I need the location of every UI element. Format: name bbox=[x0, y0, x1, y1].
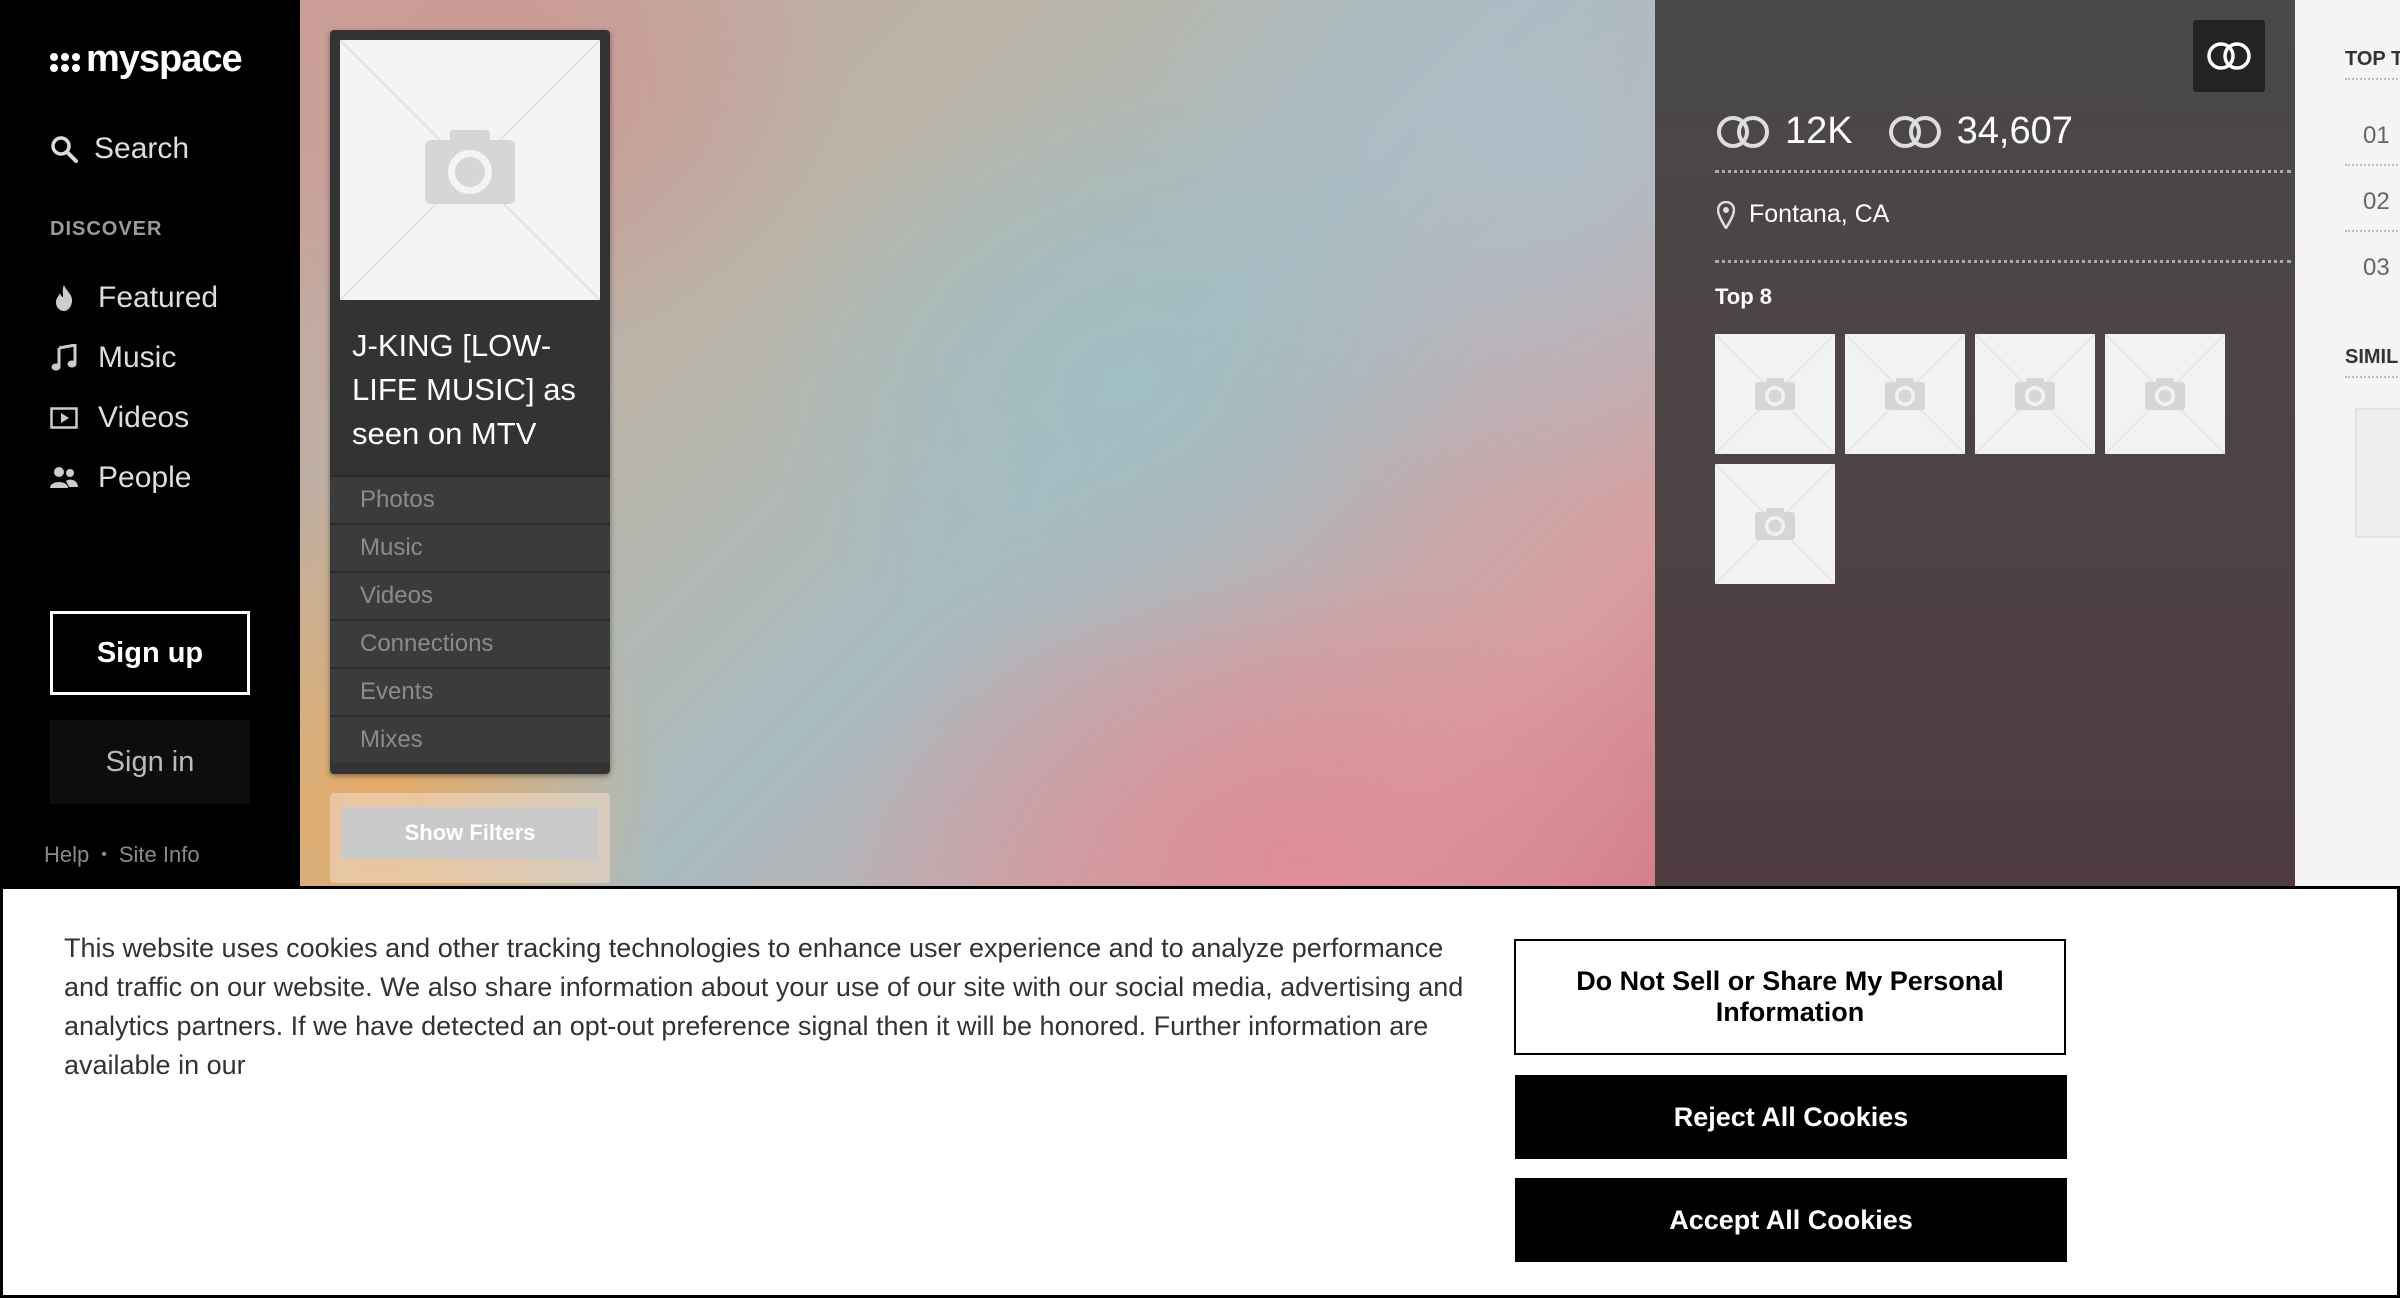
camera-placeholder-icon bbox=[1715, 334, 1835, 454]
show-filters-button[interactable]: Show Filters bbox=[342, 807, 598, 859]
sidebar-item-people[interactable]: People bbox=[50, 448, 218, 508]
sidebar-item-featured[interactable]: Featured bbox=[50, 268, 218, 328]
top-tracks-heading: TOP T bbox=[2345, 48, 2400, 70]
logo-text: myspace bbox=[86, 38, 243, 80]
camera-placeholder-icon bbox=[2105, 334, 2225, 454]
sidebar-item-label: Videos bbox=[98, 401, 190, 434]
sidebar-item-label: Music bbox=[98, 341, 177, 374]
people-icon bbox=[50, 464, 78, 492]
connections-in-icon bbox=[1717, 115, 1769, 148]
sidebar-item-label: Featured bbox=[98, 281, 219, 314]
sign-up-button[interactable]: Sign up bbox=[50, 611, 250, 695]
search-nav-item[interactable]: Search bbox=[50, 132, 189, 166]
track-number[interactable]: 03 bbox=[2363, 254, 2390, 282]
right-column: TOP T 01 02 03 SIMIL bbox=[2295, 0, 2400, 886]
profile-menu-events[interactable]: Events bbox=[330, 667, 610, 715]
profile-name: J-KING [LOW-LIFE MUSIC] as seen on MTV bbox=[352, 328, 576, 451]
divider bbox=[2345, 78, 2400, 80]
connections-out-icon bbox=[1888, 115, 1941, 148]
connections-in-stat[interactable]: 12K bbox=[1715, 110, 1853, 153]
camera-placeholder-icon bbox=[1845, 334, 1965, 454]
similar-heading: SIMIL bbox=[2345, 346, 2399, 368]
top8-friend-thumbnail[interactable] bbox=[1715, 334, 1835, 454]
camera-placeholder-icon bbox=[340, 40, 600, 300]
top8-friend-thumbnail[interactable] bbox=[1975, 334, 2095, 454]
similar-artist-thumbnail[interactable] bbox=[2355, 408, 2400, 538]
connections-in-count: 12K bbox=[1785, 110, 1853, 152]
search-icon bbox=[51, 136, 78, 163]
top8-friend-thumbnail[interactable] bbox=[1845, 334, 1965, 454]
profile-menu-photos[interactable]: Photos bbox=[330, 475, 610, 523]
profile-menu-music[interactable]: Music bbox=[330, 523, 610, 571]
myspace-logo[interactable]: myspace bbox=[50, 38, 243, 81]
divider bbox=[1715, 260, 2291, 263]
connections-out-count: 34,607 bbox=[1956, 110, 2073, 152]
profile-menu-connections[interactable]: Connections bbox=[330, 619, 610, 667]
sidebar-footer: Help • Site Info bbox=[44, 842, 200, 868]
profile-menu-videos[interactable]: Videos bbox=[330, 571, 610, 619]
cookie-consent-banner: This website uses cookies and other trac… bbox=[0, 886, 2400, 1298]
location-pin-icon bbox=[1717, 200, 1735, 229]
track-number[interactable]: 02 bbox=[2363, 188, 2390, 216]
top8-heading: Top 8 bbox=[1715, 284, 1773, 309]
camera-placeholder-icon bbox=[1715, 464, 1835, 584]
camera-placeholder-icon bbox=[1975, 334, 2095, 454]
logo-dots-icon bbox=[50, 53, 80, 72]
reject-all-cookies-button[interactable]: Reject All Cookies bbox=[1515, 1075, 2067, 1159]
track-number[interactable]: 01 bbox=[2363, 122, 2390, 150]
footer-separator: • bbox=[101, 846, 107, 863]
profile-menu: Photos Music Videos Connections Events M… bbox=[330, 475, 610, 763]
sidebar-item-label: People bbox=[98, 461, 192, 494]
sidebar-item-music[interactable]: Music bbox=[50, 328, 218, 388]
do-not-sell-button[interactable]: Do Not Sell or Share My Personal Informa… bbox=[1514, 939, 2066, 1055]
help-link[interactable]: Help bbox=[44, 842, 89, 868]
flame-icon bbox=[50, 284, 78, 312]
connections-out-stat[interactable]: 34,607 bbox=[1887, 110, 2073, 153]
cookie-policy-text: This website uses cookies and other trac… bbox=[64, 933, 1464, 1080]
divider bbox=[2345, 230, 2400, 232]
site-info-link[interactable]: Site Info bbox=[119, 842, 200, 868]
discover-nav: Featured Music Videos People bbox=[50, 268, 218, 508]
top8-friend-thumbnail[interactable] bbox=[1715, 464, 1835, 584]
divider bbox=[2345, 376, 2400, 378]
filters-container: Show Filters bbox=[330, 793, 610, 883]
profile-photo-placeholder[interactable] bbox=[340, 40, 600, 300]
sidebar-item-videos[interactable]: Videos bbox=[50, 388, 218, 448]
video-play-icon bbox=[50, 404, 78, 432]
accept-all-cookies-button[interactable]: Accept All Cookies bbox=[1515, 1178, 2067, 1262]
connect-rings-icon bbox=[2207, 42, 2251, 70]
divider bbox=[1715, 170, 2291, 173]
profile-info-panel: 12K 34,607 Fontana, CA Top 8 bbox=[1655, 0, 2295, 886]
music-note-icon bbox=[50, 344, 78, 372]
location-text: Fontana, CA bbox=[1749, 200, 1890, 228]
connection-stats: 12K 34,607 bbox=[1715, 110, 2107, 153]
search-label: Search bbox=[94, 132, 190, 165]
profile-card: J-KING [LOW-LIFE MUSIC] as seen on MTV P… bbox=[330, 30, 610, 774]
connect-button[interactable] bbox=[2193, 20, 2265, 92]
divider bbox=[2345, 164, 2400, 166]
top8-friend-thumbnail[interactable] bbox=[2105, 334, 2225, 454]
discover-heading: DISCOVER bbox=[50, 218, 163, 240]
location: Fontana, CA bbox=[1717, 200, 1889, 229]
profile-menu-mixes[interactable]: Mixes bbox=[330, 715, 610, 763]
sign-in-button[interactable]: Sign in bbox=[50, 720, 250, 804]
